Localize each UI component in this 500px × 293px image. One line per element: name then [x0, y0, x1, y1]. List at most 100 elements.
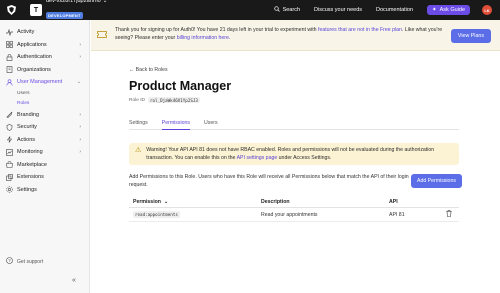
- banner-text: .: [228, 35, 231, 41]
- auth0-logo-icon[interactable]: [0, 0, 22, 20]
- page-title: Product Manager: [129, 79, 232, 93]
- branding-icon: [6, 111, 13, 119]
- sidebar-item-branding[interactable]: Branding ›: [0, 109, 89, 122]
- sidebar-subitem-roles[interactable]: Roles: [0, 99, 89, 109]
- sidebar-item-settings[interactable]: Settings: [0, 184, 89, 197]
- tab-users[interactable]: Users: [204, 116, 218, 130]
- ask-guide-button[interactable]: ✦ Ask Guide: [427, 5, 470, 15]
- sidebar-item-monitoring[interactable]: Monitoring ›: [0, 146, 89, 159]
- sidebar-item-activity[interactable]: Activity: [0, 26, 89, 39]
- column-api: API: [389, 199, 398, 205]
- banner-message: Thank you for signing up for Auth0! You …: [115, 27, 450, 42]
- sidebar-item-organizations[interactable]: Organizations: [0, 64, 89, 77]
- get-support-link[interactable]: ? Get support: [6, 257, 43, 266]
- role-id: Role ID rol_DjaWk46V1Yp2SJ3: [129, 97, 200, 103]
- extensions-icon: [6, 173, 13, 181]
- sidebar-item-security[interactable]: Security ›: [0, 121, 89, 134]
- warning-icon: ⚠: [135, 147, 142, 154]
- billing-link[interactable]: billing information here: [177, 35, 229, 41]
- gear-icon: [6, 186, 13, 193]
- tab-settings[interactable]: Settings: [129, 116, 148, 130]
- tab-bar: Settings Permissions Users: [129, 116, 459, 130]
- view-plans-button[interactable]: View Plans: [450, 29, 491, 43]
- sidebar-item-user-management[interactable]: User Management ⌄: [0, 76, 89, 89]
- tenant-avatar[interactable]: T: [30, 4, 42, 16]
- documentation-link[interactable]: Documentation: [376, 7, 413, 13]
- api-settings-link[interactable]: API settings page: [237, 155, 278, 161]
- table-row: read:appointments Read your appointments…: [129, 208, 459, 222]
- applications-icon: [6, 41, 13, 49]
- top-bar: T dev-xx28r17jdp2anrho ⌄ DEVELOPMENT Sea…: [0, 0, 500, 20]
- sidebar-item-applications[interactable]: Applications ›: [0, 39, 89, 52]
- sidebar-item-label: User Management: [17, 79, 63, 86]
- sidebar-item-label: Monitoring: [17, 149, 43, 156]
- column-permission[interactable]: Permission ⌄: [129, 199, 261, 205]
- help-icon: ?: [6, 257, 13, 266]
- warning-text: under Access Settings.: [277, 154, 332, 161]
- sparkle-icon: ✦: [432, 7, 437, 13]
- get-support-label: Get support: [17, 258, 44, 265]
- sort-icon: ⌄: [163, 199, 169, 205]
- search-label: Search: [282, 7, 301, 13]
- banner-text: Thank you for signing up for Auth0! You …: [115, 27, 319, 34]
- sidebar-item-label: Branding: [17, 111, 40, 118]
- tab-permissions[interactable]: Permissions: [161, 116, 191, 130]
- ticket-icon: [97, 30, 109, 40]
- column-label: Permission: [133, 199, 161, 205]
- chevron-right-icon: ›: [79, 124, 81, 131]
- chevron-right-icon: ›: [79, 41, 81, 48]
- ask-guide-label: Ask Guide: [439, 7, 465, 13]
- sidebar-item-label: Applications: [17, 41, 47, 48]
- trial-banner: Thank you for signing up for Auth0! You …: [91, 20, 500, 51]
- collapse-sidebar-icon[interactable]: «: [72, 277, 76, 284]
- organizations-icon: [6, 66, 13, 74]
- sidebar-item-label: Extensions: [17, 174, 44, 181]
- add-permissions-button[interactable]: Add Permissions: [411, 174, 462, 188]
- table-header: Permission ⌄ Description API: [129, 197, 459, 208]
- svg-text:?: ?: [8, 258, 11, 263]
- column-description: Description: [261, 199, 290, 205]
- rbac-warning: ⚠ Warning! Your API API 81 does not have…: [129, 143, 459, 165]
- role-id-value[interactable]: rol_DjaWk46V1Yp2SJ3: [148, 97, 200, 103]
- search-button[interactable]: Search: [273, 6, 301, 14]
- sidebar-item-label: Security: [17, 124, 37, 131]
- sidebar-item-label: Settings: [17, 186, 37, 193]
- activity-icon: [6, 28, 13, 36]
- back-label: Back to Roles: [135, 67, 168, 73]
- sidebar-item-actions[interactable]: Actions ›: [0, 134, 89, 147]
- sidebar-item-marketplace[interactable]: Marketplace: [0, 159, 89, 172]
- chevron-right-icon: ›: [79, 111, 81, 118]
- features-link[interactable]: features that are not in the Free plan: [318, 27, 402, 33]
- chevron-right-icon: ›: [79, 136, 81, 143]
- authentication-icon: [6, 54, 13, 61]
- main-content: ← Back to Roles Product Manager Role ID …: [91, 51, 500, 293]
- sidebar-subitem-users[interactable]: Users: [0, 89, 89, 99]
- sidebar-item-label: Organizations: [17, 66, 51, 73]
- monitoring-icon: [6, 148, 13, 156]
- chevron-right-icon: ›: [79, 54, 81, 61]
- permissions-table: Permission ⌄ Description API read:appoin…: [129, 197, 459, 222]
- api-value: API 81: [389, 211, 405, 218]
- sidebar-item-label: Activity: [17, 29, 35, 36]
- security-icon: [6, 123, 13, 131]
- sidebar-item-label: Actions: [17, 136, 36, 143]
- sidebar: Activity Applications › Authentication ›…: [0, 20, 90, 293]
- chevron-right-icon: ›: [79, 149, 81, 156]
- trash-icon[interactable]: [446, 210, 452, 219]
- description-value: Read your appointments: [261, 211, 318, 218]
- role-id-label: Role ID: [129, 97, 145, 103]
- sidebar-item-authentication[interactable]: Authentication ›: [0, 51, 89, 64]
- permissions-description: Add Permissions to this Role. Users who …: [129, 174, 409, 188]
- arrow-left-icon: ←: [129, 67, 135, 73]
- user-management-icon: [6, 79, 13, 86]
- sidebar-item-label: Authentication: [17, 54, 52, 61]
- actions-icon: [6, 136, 13, 143]
- sidebar-item-label: Marketplace: [17, 161, 47, 168]
- sidebar-item-extensions[interactable]: Extensions: [0, 171, 89, 184]
- chevron-down-icon: ⌄: [76, 79, 81, 86]
- tenant-switcher[interactable]: dev-xx28r17jdp2anrho ⌄ DEVELOPMENT: [46, 0, 107, 21]
- discuss-needs-link[interactable]: Discuss your needs: [314, 7, 362, 13]
- user-avatar[interactable]: LK: [482, 5, 492, 15]
- environment-badge: DEVELOPMENT: [46, 11, 83, 19]
- back-to-roles-link[interactable]: ← Back to Roles: [129, 67, 168, 73]
